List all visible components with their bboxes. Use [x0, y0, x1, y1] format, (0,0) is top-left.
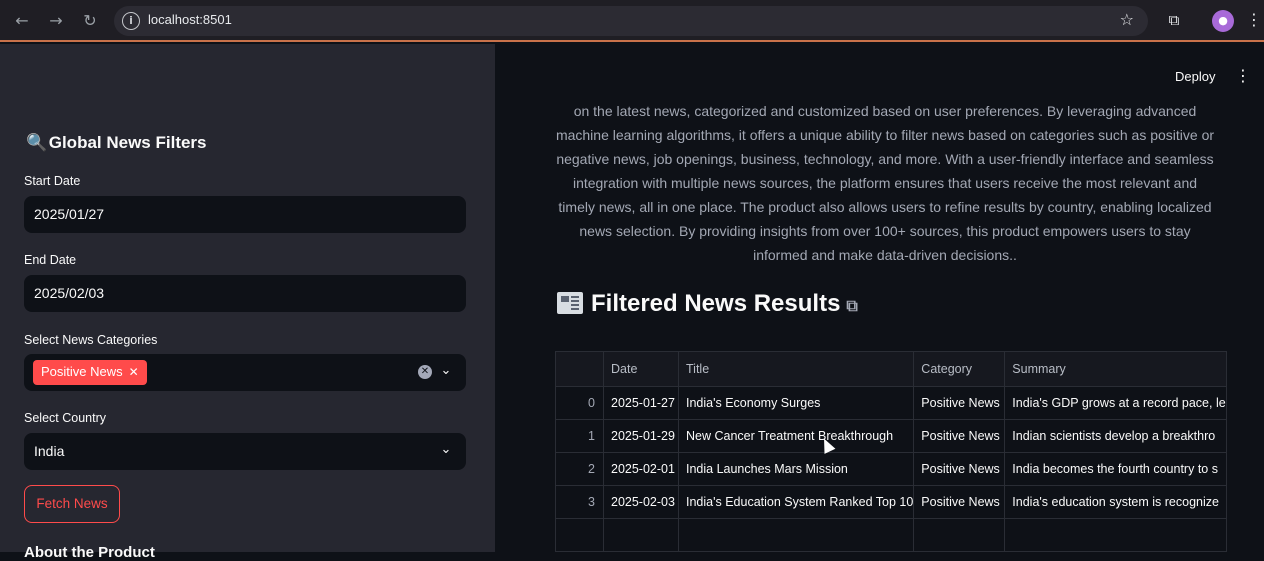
- column-header[interactable]: Date: [603, 351, 679, 387]
- end-date-input[interactable]: 2025/02/03: [24, 275, 466, 312]
- start-date-input[interactable]: 2025/01/27: [24, 196, 466, 233]
- country-select[interactable]: India ⌄: [24, 433, 466, 470]
- column-header[interactable]: Category: [913, 351, 1006, 387]
- product-description: on the latest news, categorized and cust…: [555, 103, 1215, 263]
- cell-summary[interactable]: India's GDP grows at a record pace, le: [1004, 386, 1227, 420]
- cell-category[interactable]: Positive News: [913, 485, 1006, 519]
- row-index: 2: [555, 452, 604, 486]
- column-header[interactable]: [555, 351, 604, 387]
- chevron-down-icon[interactable]: ⌄: [438, 362, 454, 382]
- deploy-button[interactable]: Deploy: [1175, 69, 1215, 84]
- forward-icon[interactable]: →: [44, 9, 68, 33]
- cell-category[interactable]: Positive News: [913, 419, 1006, 453]
- clear-icon[interactable]: ✕: [418, 365, 432, 379]
- cell-date[interactable]: 2025-01-29: [603, 419, 679, 453]
- cell-category[interactable]: Positive News: [913, 452, 1006, 486]
- about-heading: About the Product: [24, 544, 155, 561]
- extensions-icon[interactable]: ⧉: [1163, 9, 1185, 31]
- cell-summary[interactable]: India's education system is recognize: [1004, 485, 1227, 519]
- empty-cell: [913, 518, 1006, 552]
- main-menu-icon[interactable]: ⋮: [1235, 66, 1251, 85]
- back-icon[interactable]: ←: [10, 9, 34, 33]
- table-row[interactable]: 3 2025-02-03 India's Education System Ra…: [555, 485, 1227, 519]
- cell-date[interactable]: 2025-01-27: [603, 386, 679, 420]
- table-row[interactable]: 1 2025-01-29 New Cancer Treatment Breakt…: [555, 419, 1227, 453]
- browser-toolbar: ← → ↻ i localhost:8501 ☆ ⧉ ● ⋮: [0, 0, 1264, 42]
- cell-date[interactable]: 2025-02-03: [603, 485, 679, 519]
- row-index: 1: [555, 419, 604, 453]
- categories-label: Select News Categories: [24, 333, 158, 347]
- empty-cell: [677, 518, 915, 552]
- country-label: Select Country: [24, 411, 106, 425]
- categories-multiselect[interactable]: Positive News ✕ ✕ ⌄: [24, 354, 466, 391]
- avatar[interactable]: ●: [1212, 10, 1234, 32]
- empty-cell: [555, 518, 604, 552]
- chevron-down-icon[interactable]: ⌄: [438, 441, 454, 461]
- newspaper-icon: [557, 292, 583, 314]
- star-icon[interactable]: ☆: [1120, 10, 1134, 29]
- news-table[interactable]: Date Title Category Summary 0 2025-01-27…: [555, 351, 1227, 552]
- sidebar-title: 🔍 Global News Filters: [26, 133, 207, 153]
- category-chip-label: Positive News: [41, 364, 123, 379]
- cell-summary[interactable]: India becomes the fourth country to s: [1004, 452, 1227, 486]
- results-heading: Filtered News Results ⧉: [557, 290, 858, 318]
- main-content: Deploy ⋮ on the latest news, categorized…: [495, 44, 1264, 552]
- sidebar-title-text: Global News Filters: [48, 133, 207, 152]
- cell-title[interactable]: India Launches Mars Mission: [677, 452, 915, 486]
- row-index: 3: [555, 485, 604, 519]
- column-header[interactable]: Title: [677, 351, 915, 387]
- row-index: 0: [555, 386, 604, 420]
- results-heading-text: Filtered News Results: [591, 290, 841, 317]
- table-row[interactable]: 0 2025-01-27 India's Economy Surges Posi…: [555, 386, 1227, 420]
- empty-cell: [603, 518, 679, 552]
- end-date-label: End Date: [24, 253, 77, 267]
- url-text[interactable]: localhost:8501: [148, 12, 232, 27]
- start-date-label: Start Date: [24, 174, 81, 188]
- menu-icon[interactable]: ⋮: [1246, 9, 1262, 31]
- table-row-empty: [555, 518, 1227, 552]
- column-header[interactable]: Summary: [1004, 351, 1227, 387]
- country-value: India: [34, 443, 65, 459]
- reload-icon[interactable]: ↻: [78, 9, 102, 33]
- cell-summary[interactable]: Indian scientists develop a breakthro: [1004, 419, 1227, 453]
- table-header-row: Date Title Category Summary: [555, 351, 1227, 387]
- remove-chip-icon[interactable]: ✕: [129, 365, 139, 379]
- table-row[interactable]: 2 2025-02-01 India Launches Mars Mission…: [555, 452, 1227, 486]
- cell-title[interactable]: India's Education System Ranked Top 10: [677, 485, 915, 519]
- cell-date[interactable]: 2025-02-01: [603, 452, 679, 486]
- sidebar: 🔍 Global News Filters Start Date 2025/01…: [0, 44, 495, 561]
- fetch-news-button[interactable]: Fetch News: [24, 485, 120, 523]
- cell-title[interactable]: New Cancer Treatment Breakthrough: [677, 419, 915, 453]
- info-icon[interactable]: i: [122, 12, 140, 30]
- magnifier-icon: 🔍: [26, 133, 48, 152]
- link-icon[interactable]: ⧉: [846, 298, 857, 315]
- cell-title[interactable]: India's Economy Surges: [677, 386, 915, 420]
- category-chip: Positive News ✕: [33, 360, 147, 385]
- address-bar[interactable]: i localhost:8501 ☆: [114, 6, 1148, 36]
- cell-category[interactable]: Positive News: [913, 386, 1006, 420]
- empty-cell: [1004, 518, 1227, 552]
